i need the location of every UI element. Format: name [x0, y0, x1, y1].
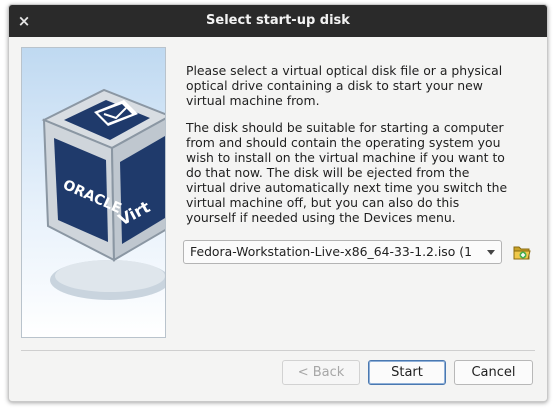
start-button[interactable]: Start — [368, 360, 446, 385]
virtualbox-banner: ORACLE Virt — [21, 47, 166, 338]
folder-open-icon — [513, 246, 531, 260]
window-title: Select start-up disk — [206, 13, 350, 28]
intro-paragraph: Please select a virtual optical disk fil… — [186, 63, 503, 108]
disk-select-dropdown[interactable]: Fedora-Workstation-Live-x86_64-33-1.2.is… — [183, 240, 502, 264]
details-paragraph: The disk should be suitable for starting… — [186, 120, 508, 225]
back-button[interactable]: < Back — [282, 360, 360, 385]
dialog-content: Please select a virtual optical disk fil… — [186, 63, 536, 237]
disk-select-value: Fedora-Workstation-Live-x86_64-33-1.2.is… — [190, 244, 472, 259]
select-startup-disk-dialog: × Select start-up disk ORACLE Virt Pleas… — [8, 4, 548, 402]
footer-separator — [21, 350, 535, 351]
choose-disk-file-button[interactable] — [511, 241, 533, 263]
virtualbox-logo-icon: ORACLE Virt — [41, 88, 165, 300]
chevron-down-icon — [487, 250, 495, 255]
title-bar: × Select start-up disk — [9, 5, 547, 37]
cancel-button[interactable]: Cancel — [454, 360, 533, 385]
